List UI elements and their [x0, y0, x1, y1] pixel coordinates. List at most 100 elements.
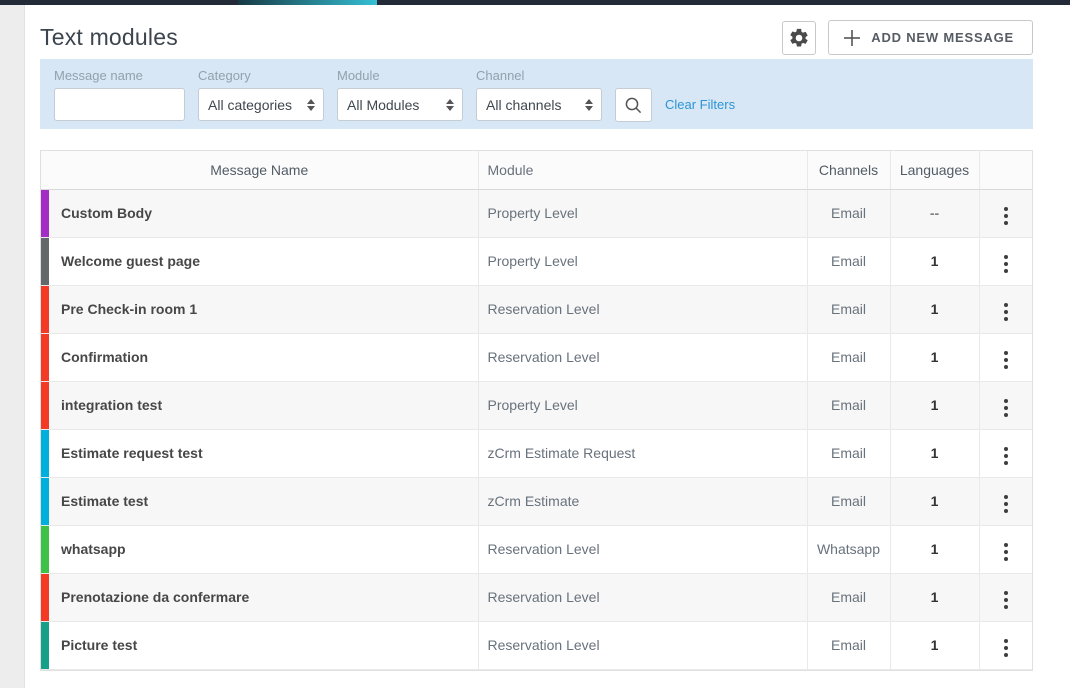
- module-cell: Property Level: [478, 237, 807, 285]
- channel-cell: Email: [807, 333, 890, 381]
- languages-cell: 1: [890, 285, 979, 333]
- row-actions-cell: [979, 573, 1032, 621]
- add-new-message-label: ADD NEW MESSAGE: [871, 30, 1014, 45]
- kebab-menu-icon[interactable]: [996, 635, 1016, 661]
- channel-cell: Email: [807, 285, 890, 333]
- kebab-menu-icon[interactable]: [996, 203, 1016, 229]
- page-title: Text modules: [40, 24, 178, 51]
- message-name-cell: Prenotazione da confermare: [41, 573, 478, 621]
- table-header: Message Name Module Channels Languages: [41, 151, 1032, 189]
- module-cell: zCrm Estimate: [478, 477, 807, 525]
- row-actions-cell: [979, 525, 1032, 573]
- module-cell: Reservation Level: [478, 525, 807, 573]
- languages-cell: 1: [890, 381, 979, 429]
- category-label: Category: [198, 68, 324, 83]
- header-message-name: Message Name: [41, 151, 478, 189]
- channel-label: Channel: [476, 68, 602, 83]
- table-row: Custom BodyProperty LevelEmail--: [41, 189, 1032, 237]
- filter-channel: Channel All channels: [476, 68, 602, 121]
- module-cell: Reservation Level: [478, 573, 807, 621]
- channel-cell: Email: [807, 621, 890, 669]
- table-row: Pre Check-in room 1Reservation LevelEmai…: [41, 285, 1032, 333]
- message-name-cell: Pre Check-in room 1: [41, 285, 478, 333]
- message-name-cell: whatsapp: [41, 525, 478, 573]
- row-actions-cell: [979, 285, 1032, 333]
- row-actions-cell: [979, 189, 1032, 237]
- module-cell: Reservation Level: [478, 333, 807, 381]
- module-label: Module: [337, 68, 463, 83]
- message-name-label: Message name: [54, 68, 185, 83]
- add-new-message-button[interactable]: ADD NEW MESSAGE: [828, 20, 1033, 55]
- table-row: Welcome guest pageProperty LevelEmail1: [41, 237, 1032, 285]
- languages-cell: 1: [890, 573, 979, 621]
- languages-cell: 1: [890, 237, 979, 285]
- message-name-cell: Picture test: [41, 621, 478, 669]
- languages-cell: 1: [890, 429, 979, 477]
- row-actions-cell: [979, 477, 1032, 525]
- channel-cell: Email: [807, 381, 890, 429]
- main-content: Text modules ADD NEW MESSAGE Message nam…: [25, 5, 1070, 688]
- header-languages: Languages: [890, 151, 979, 189]
- left-rail: [0, 5, 25, 688]
- header-channels: Channels: [807, 151, 890, 189]
- channel-cell: Email: [807, 189, 890, 237]
- languages-cell: 1: [890, 333, 979, 381]
- top-progress-bar: [0, 0, 1070, 5]
- clear-filters-link[interactable]: Clear Filters: [665, 97, 735, 112]
- filter-bar: Message name Category All categories Mod…: [40, 59, 1033, 129]
- table-row: Estimate testzCrm EstimateEmail1: [41, 477, 1032, 525]
- table-row: Prenotazione da confermareReservation Le…: [41, 573, 1032, 621]
- module-select[interactable]: All Modules: [337, 88, 463, 121]
- languages-cell: 1: [890, 621, 979, 669]
- kebab-menu-icon[interactable]: [996, 587, 1016, 613]
- table-body: Custom BodyProperty LevelEmail--Welcome …: [41, 189, 1032, 669]
- filter-message-name: Message name: [54, 68, 185, 121]
- channel-select[interactable]: All channels: [476, 88, 602, 121]
- filter-category: Category All categories: [198, 68, 324, 121]
- channel-cell: Email: [807, 237, 890, 285]
- header-module: Module: [478, 151, 807, 189]
- kebab-menu-icon[interactable]: [996, 491, 1016, 517]
- channel-cell: Whatsapp: [807, 525, 890, 573]
- header-actions: ADD NEW MESSAGE: [782, 20, 1033, 55]
- module-cell: Property Level: [478, 189, 807, 237]
- languages-cell: --: [890, 189, 979, 237]
- kebab-menu-icon[interactable]: [996, 539, 1016, 565]
- header-actions-col: [979, 151, 1032, 189]
- gear-icon: [788, 27, 810, 49]
- languages-cell: 1: [890, 525, 979, 573]
- message-name-cell: Welcome guest page: [41, 237, 478, 285]
- message-name-cell: Estimate request test: [41, 429, 478, 477]
- message-name-cell: integration test: [41, 381, 478, 429]
- row-actions-cell: [979, 621, 1032, 669]
- kebab-menu-icon[interactable]: [996, 251, 1016, 277]
- table-row: Picture testReservation LevelEmail1: [41, 621, 1032, 669]
- row-actions-cell: [979, 237, 1032, 285]
- kebab-menu-icon[interactable]: [996, 443, 1016, 469]
- module-cell: Reservation Level: [478, 621, 807, 669]
- message-name-cell: Custom Body: [41, 189, 478, 237]
- message-name-cell: Estimate test: [41, 477, 478, 525]
- filter-module: Module All Modules: [337, 68, 463, 121]
- table-row: integration testProperty LevelEmail1: [41, 381, 1032, 429]
- plus-icon: [843, 29, 861, 47]
- module-cell: Reservation Level: [478, 285, 807, 333]
- module-cell: zCrm Estimate Request: [478, 429, 807, 477]
- languages-cell: 1: [890, 477, 979, 525]
- message-name-cell: Confirmation: [41, 333, 478, 381]
- module-cell: Property Level: [478, 381, 807, 429]
- search-button[interactable]: [615, 88, 652, 122]
- kebab-menu-icon[interactable]: [996, 395, 1016, 421]
- table-row: whatsappReservation LevelWhatsapp1: [41, 525, 1032, 573]
- kebab-menu-icon[interactable]: [996, 347, 1016, 373]
- channel-cell: Email: [807, 573, 890, 621]
- kebab-menu-icon[interactable]: [996, 299, 1016, 325]
- row-actions-cell: [979, 429, 1032, 477]
- settings-button[interactable]: [782, 21, 816, 55]
- category-select[interactable]: All categories: [198, 88, 324, 121]
- messages-table: Message Name Module Channels Languages C…: [40, 150, 1033, 671]
- table-row: Estimate request testzCrm Estimate Reque…: [41, 429, 1032, 477]
- magnifier-icon: [624, 96, 643, 115]
- channel-cell: Email: [807, 477, 890, 525]
- message-name-input[interactable]: [54, 88, 185, 121]
